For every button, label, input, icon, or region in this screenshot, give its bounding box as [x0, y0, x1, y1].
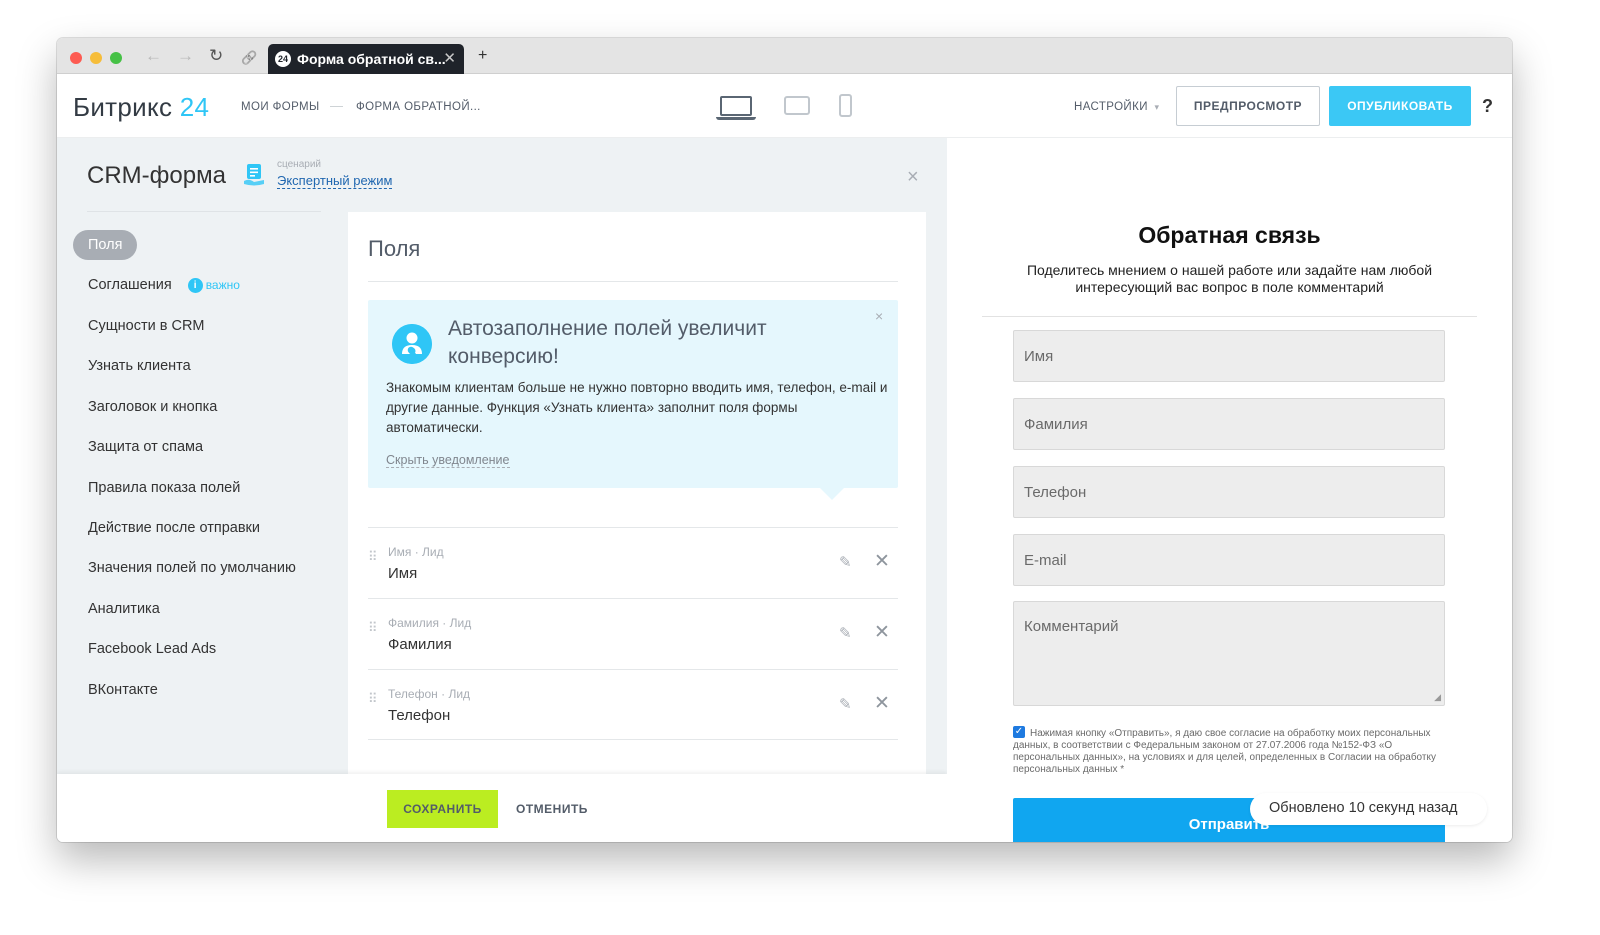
consent-text: Нажимая кнопку «Отправить», я даю свое с… — [1013, 728, 1436, 775]
notice-pointer — [820, 488, 844, 500]
divider — [368, 281, 898, 282]
chevron-down-icon: ▾ — [1154, 102, 1160, 112]
delete-icon[interactable]: ✕ — [874, 621, 890, 644]
notice-close-icon[interactable]: × — [875, 308, 883, 324]
sidebar-item-default-values[interactable]: Значения полей по умолчанию — [88, 560, 296, 576]
new-tab-button[interactable]: + — [478, 47, 487, 65]
field-name: Фамилия — [388, 636, 452, 653]
resize-handle-icon[interactable]: ◢ — [1434, 692, 1441, 703]
divider — [982, 316, 1477, 317]
important-badge: важно — [205, 278, 240, 292]
name-field[interactable]: Имя — [1013, 330, 1445, 382]
sidebar-item-agreements[interactable]: Соглашения i важно — [88, 277, 240, 293]
forward-icon[interactable]: → — [177, 47, 194, 65]
laptop-icon[interactable] — [720, 96, 752, 116]
tab-title: Форма обратной св... — [297, 51, 446, 67]
notice-text: Знакомым клиентам больше не нужно повтор… — [386, 380, 888, 435]
info-icon: i — [187, 278, 203, 293]
logo-text: Битрикс — [73, 92, 173, 122]
breadcrumb-my-forms[interactable]: МОИ ФОРМЫ — [241, 101, 320, 113]
save-button[interactable]: СОХРАНИТЬ — [387, 790, 498, 828]
hide-notice-link[interactable]: Скрыть уведомление — [386, 453, 510, 468]
sidebar-item-crm-entities[interactable]: Сущности в CRM — [88, 318, 205, 334]
surname-field[interactable]: Фамилия — [1013, 398, 1445, 450]
bitrix24-favicon: 24 — [275, 51, 291, 67]
minimize-window-button[interactable] — [90, 52, 102, 64]
user-search-icon — [392, 324, 432, 364]
bitrix24-logo[interactable]: Битрикс 24 — [73, 92, 209, 123]
close-window-button[interactable] — [70, 52, 82, 64]
sidebar-item-field-rules[interactable]: Правила показа полей — [88, 480, 240, 496]
browser-toolbar: ← → ↻ 🔗 24 Форма обратной св... ✕ + — [57, 38, 1512, 74]
sidebar-item-analytics[interactable]: Аналитика — [88, 601, 160, 617]
fields-card: Поля × Автозаполнение полей увеличит кон… — [348, 212, 926, 812]
logo-number: 24 — [179, 92, 210, 122]
field-row[interactable]: ⠿ Имя · Лид Имя ✎ ✕ — [368, 527, 898, 598]
comment-field[interactable]: Комментарий ◢ — [1013, 601, 1445, 706]
preview-button[interactable]: ПРЕДПРОСМОТР — [1176, 86, 1320, 126]
field-row[interactable]: ⠿ Телефон · Лид Телефон ✎ ✕ — [368, 669, 898, 740]
phone-field[interactable]: Телефон — [1013, 466, 1445, 518]
notice-title: Автозаполнение полей увеличит конверсию! — [448, 317, 767, 368]
zoom-window-button[interactable] — [110, 52, 122, 64]
reload-icon[interactable]: ↻ — [209, 47, 223, 65]
field-caption: Имя · Лид — [388, 545, 444, 559]
field-caption: Телефон · Лид — [388, 687, 471, 701]
panel-title: CRM-форма — [87, 162, 226, 189]
field-row[interactable]: ⠿ Фамилия · Лид Фамилия ✎ ✕ — [368, 598, 898, 669]
divider — [87, 211, 321, 212]
sidebar-item-facebook[interactable]: Facebook Lead Ads — [88, 641, 216, 657]
email-field[interactable]: E-mail — [1013, 534, 1445, 586]
link-icon[interactable]: 🔗 — [241, 49, 257, 67]
breadcrumb-separator: — — [330, 98, 343, 113]
sidebar-item-label: Соглашения — [88, 277, 172, 293]
pencil-icon[interactable]: ✎ — [839, 695, 852, 713]
sidebar-item-vkontakte[interactable]: ВКонтакте — [88, 682, 158, 698]
form-preview: Обратная связь Поделитесь мнением о наше… — [947, 138, 1512, 842]
sidebar-item-header-button[interactable]: Заголовок и кнопка — [88, 399, 217, 415]
back-icon[interactable]: ← — [145, 47, 162, 65]
sidebar-item-spam-protection[interactable]: Защита от спама — [88, 439, 203, 455]
form-title: Обратная связь — [1138, 222, 1321, 248]
settings-dropdown[interactable]: НАСТРОЙКИ ▾ — [1074, 101, 1159, 113]
form-subtitle: Поделитесь мнением о нашей работе или за… — [1026, 262, 1433, 295]
drag-handle-icon[interactable]: ⠿ — [368, 621, 377, 634]
sidebar-item-after-submit[interactable]: Действие после отправки — [88, 520, 260, 536]
settings-label: НАСТРОЙКИ — [1074, 101, 1148, 113]
scenario-caption: сценарий — [277, 159, 321, 170]
field-name: Имя — [388, 565, 418, 582]
browser-window: ← → ↻ 🔗 24 Форма обратной св... ✕ + Битр… — [57, 38, 1512, 842]
delete-icon[interactable]: ✕ — [874, 550, 890, 573]
laptop-base — [716, 117, 756, 120]
field-caption: Фамилия · Лид — [388, 616, 472, 630]
updated-status: Обновлено 10 секунд назад — [1250, 793, 1487, 825]
comment-placeholder: Комментарий — [1024, 618, 1119, 635]
drag-handle-icon[interactable]: ⠿ — [368, 692, 377, 705]
editor-footer: СОХРАНИТЬ ОТМЕНИТЬ — [57, 774, 947, 842]
section-title: Поля — [368, 236, 421, 261]
browser-tab[interactable]: 24 Форма обратной св... ✕ — [268, 44, 464, 74]
breadcrumb-current-form[interactable]: ФОРМА ОБРАТНОЙ... — [356, 101, 481, 113]
phone-icon[interactable] — [839, 94, 852, 117]
close-icon[interactable]: × — [907, 166, 919, 189]
sidebar-item-fields[interactable]: Поля — [73, 230, 138, 260]
delete-icon[interactable]: ✕ — [874, 692, 890, 715]
sidebar-item-know-client[interactable]: Узнать клиента — [88, 358, 191, 374]
autofill-notice: × Автозаполнение полей увеличит конверси… — [368, 300, 898, 500]
form-editor-panel: CRM-форма сценарий Экспертный режим × По… — [57, 138, 947, 842]
cancel-button[interactable]: ОТМЕНИТЬ — [516, 802, 588, 816]
help-icon[interactable]: ? — [1482, 96, 1493, 117]
tablet-icon[interactable] — [784, 96, 810, 115]
tab-close-icon[interactable]: ✕ — [443, 49, 456, 67]
pencil-icon[interactable]: ✎ — [839, 553, 852, 571]
drag-handle-icon[interactable]: ⠿ — [368, 550, 377, 563]
app-header: Битрикс 24 МОИ ФОРМЫ — ФОРМА ОБРАТНОЙ...… — [57, 74, 1512, 138]
publish-button[interactable]: ОПУБЛИКОВАТЬ — [1329, 86, 1471, 126]
scenario-icon — [244, 164, 264, 186]
field-name: Телефон — [388, 707, 451, 724]
scenario-mode-link[interactable]: Экспертный режим — [277, 173, 393, 189]
pencil-icon[interactable]: ✎ — [839, 624, 852, 642]
